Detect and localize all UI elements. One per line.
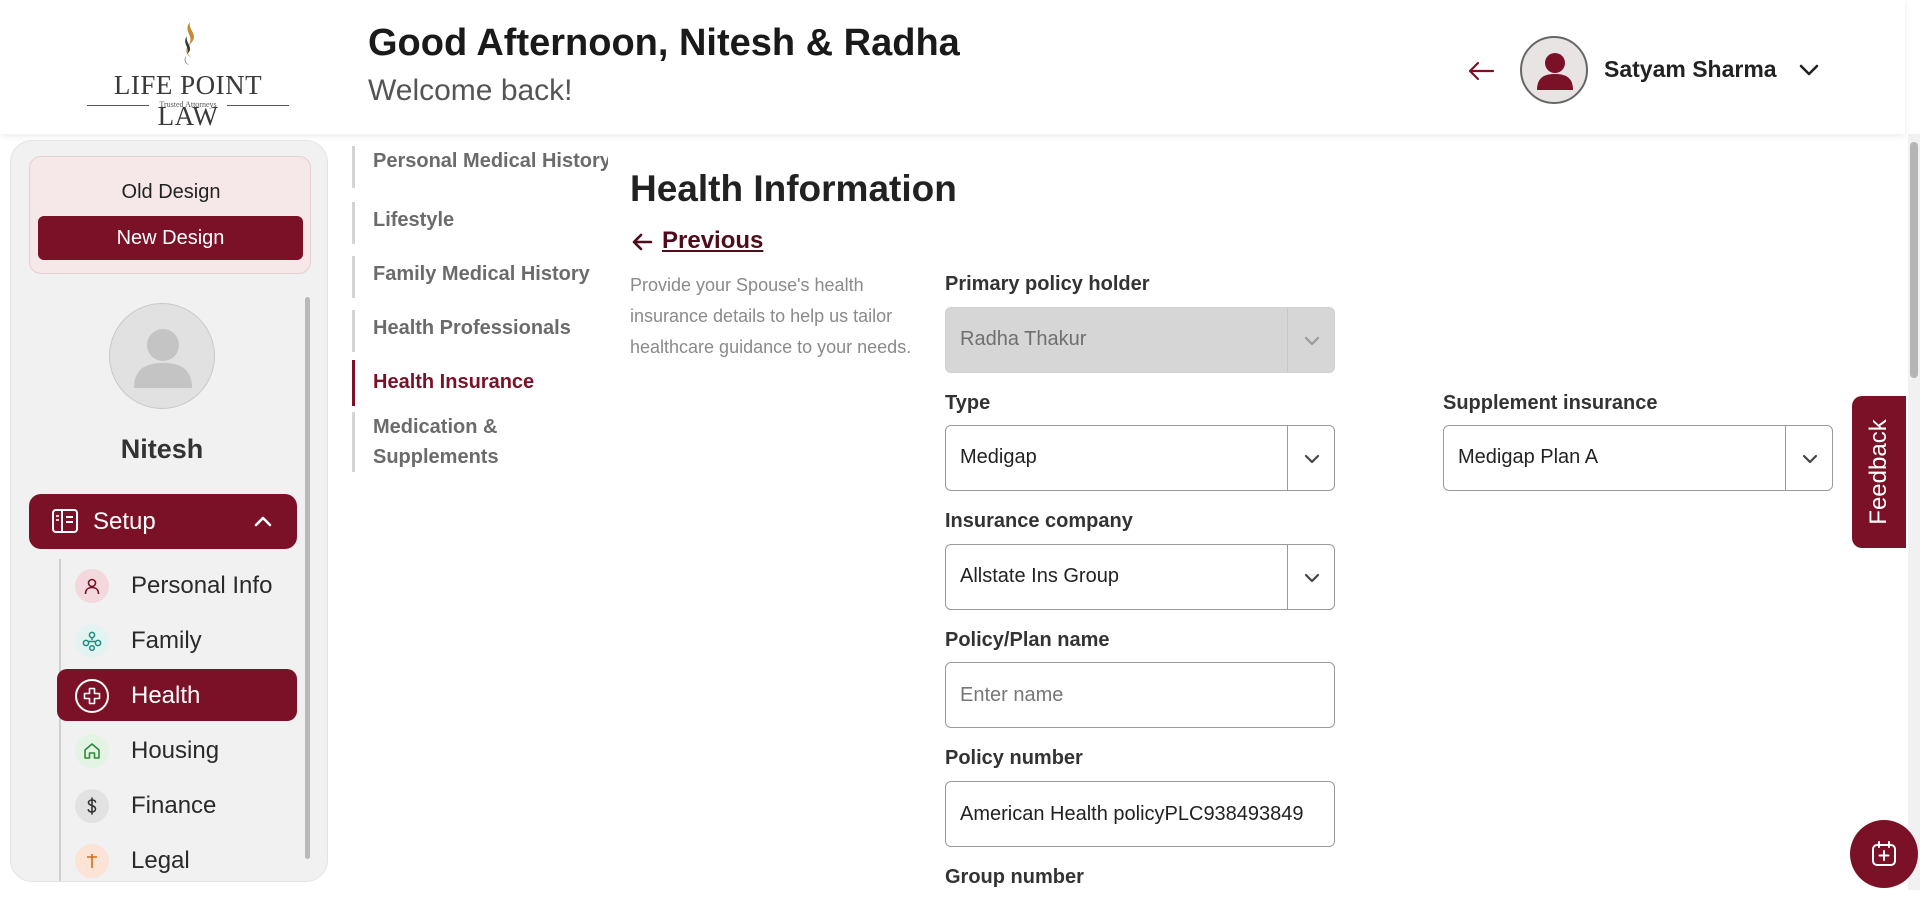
old-design-option[interactable]: Old Design (30, 181, 312, 204)
profile-avatar[interactable] (109, 303, 215, 409)
type-value: Medigap (960, 446, 1037, 468)
sidebar-item-personal-info[interactable]: Personal Info (57, 559, 297, 611)
feedback-tab[interactable]: Feedback (1852, 396, 1906, 548)
supplement-label: Supplement insurance (1443, 392, 1658, 414)
left-sidebar: Old Design New Design Nitesh Setup Perso… (10, 140, 328, 882)
person-icon (75, 569, 109, 603)
profile-name: Nitesh (120, 434, 204, 464)
plan-name-label: Policy/Plan name (945, 629, 1110, 651)
type-label: Type (945, 392, 991, 414)
arrow-left-icon (632, 233, 653, 251)
subnav-lifestyle[interactable]: Lifestyle (352, 202, 454, 244)
medical-cross-icon (75, 679, 109, 713)
main-content: Health Information Previous Provide your… (608, 140, 1884, 900)
group-number-label: Group number (945, 866, 1084, 888)
person-placeholder-icon (134, 329, 192, 388)
plan-name-input[interactable] (945, 662, 1335, 728)
primary-holder-value: Radha Thakur (960, 328, 1087, 350)
family-tree-icon (75, 624, 109, 658)
design-switcher: Old Design New Design (29, 156, 311, 274)
subnav-label-line1: Medication & (373, 416, 498, 438)
subnav-health-insurance[interactable]: Health Insurance (352, 360, 534, 406)
chevron-up-icon (254, 516, 272, 527)
select-divider (1287, 308, 1288, 372)
user-name[interactable]: Satyam Sharma (1604, 56, 1777, 83)
subnav-health-professionals[interactable]: Health Professionals (352, 310, 571, 352)
subnav-medication-supplements[interactable]: Medication & Supplements (352, 412, 499, 472)
add-note-button[interactable] (1850, 820, 1918, 888)
dollar-icon (75, 789, 109, 823)
subnav-personal-medical-history[interactable]: Personal Medical History (352, 146, 611, 188)
new-design-button[interactable]: New Design (38, 216, 303, 260)
sidebar-item-label: Finance (131, 792, 217, 819)
sidebar-item-label: Housing (131, 737, 220, 764)
home-icon (75, 734, 109, 768)
page-scrollbar-thumb[interactable] (1910, 142, 1918, 378)
primary-holder-label: Primary policy holder (945, 273, 1150, 295)
select-divider (1785, 426, 1786, 490)
previous-label: Previous (662, 227, 764, 254)
subnav-family-medical-history[interactable]: Family Medical History (352, 256, 590, 298)
logo-rule-right (227, 105, 289, 106)
company-select[interactable]: Allstate Ins Group (945, 544, 1335, 610)
chevron-down-icon (1304, 336, 1320, 346)
section-description: Provide your Spouse's health insurance d… (630, 275, 912, 357)
sidebar-item-label: Family (131, 627, 202, 654)
sidebar-scrollbar[interactable] (305, 297, 310, 859)
company-value: Allstate Ins Group (960, 565, 1119, 587)
policy-number-input[interactable] (945, 781, 1335, 847)
primary-holder-select: Radha Thakur (945, 307, 1335, 373)
feedback-label: Feedback (1865, 419, 1892, 525)
person-avatar-icon (1537, 53, 1573, 90)
sidebar-panel-icon (52, 509, 78, 533)
select-divider (1287, 545, 1288, 609)
chevron-down-icon[interactable] (1799, 448, 1821, 470)
policy-number-label: Policy number (945, 747, 1083, 769)
select-divider (1287, 426, 1288, 490)
setup-menu-toggle[interactable]: Setup (29, 494, 297, 549)
supplement-select[interactable]: Medigap Plan A (1443, 425, 1833, 491)
user-avatar[interactable] (1520, 36, 1588, 104)
sidebar-item-health[interactable]: Health (57, 669, 297, 721)
brand-logo[interactable]: LIFE POINT LAW Trusted Attorneys (85, 18, 291, 131)
sidebar-item-finance[interactable]: Finance (57, 779, 297, 831)
chevron-down-icon[interactable] (1301, 448, 1323, 470)
supplement-value: Medigap Plan A (1458, 446, 1599, 468)
arrow-left-icon[interactable] (1466, 56, 1496, 86)
subnav-label-line2: Supplements (373, 446, 499, 468)
flame-logo-icon (184, 22, 194, 65)
setup-label: Setup (93, 508, 156, 535)
greeting-title: Good Afternoon, Nitesh & Radha (368, 22, 960, 64)
chevron-down-icon[interactable] (1797, 58, 1821, 82)
sidebar-item-legal[interactable]: Legal (57, 834, 297, 881)
type-select[interactable]: Medigap (945, 425, 1335, 491)
page-title: Health Information (630, 168, 957, 209)
sidebar-item-label: Personal Info (131, 572, 273, 599)
sidebar-item-family[interactable]: Family (57, 614, 297, 666)
chevron-down-icon[interactable] (1301, 567, 1323, 589)
top-header: LIFE POINT LAW Trusted Attorneys Good Af… (0, 0, 1905, 134)
sidebar-item-label: Legal (131, 847, 190, 874)
add-note-icon (1872, 841, 1896, 866)
sidebar-item-label: Health (131, 682, 201, 709)
legal-icon (75, 844, 109, 878)
sidebar-item-housing[interactable]: Housing (57, 724, 297, 776)
company-label: Insurance company (945, 510, 1133, 532)
welcome-subtitle: Welcome back! (368, 74, 573, 107)
